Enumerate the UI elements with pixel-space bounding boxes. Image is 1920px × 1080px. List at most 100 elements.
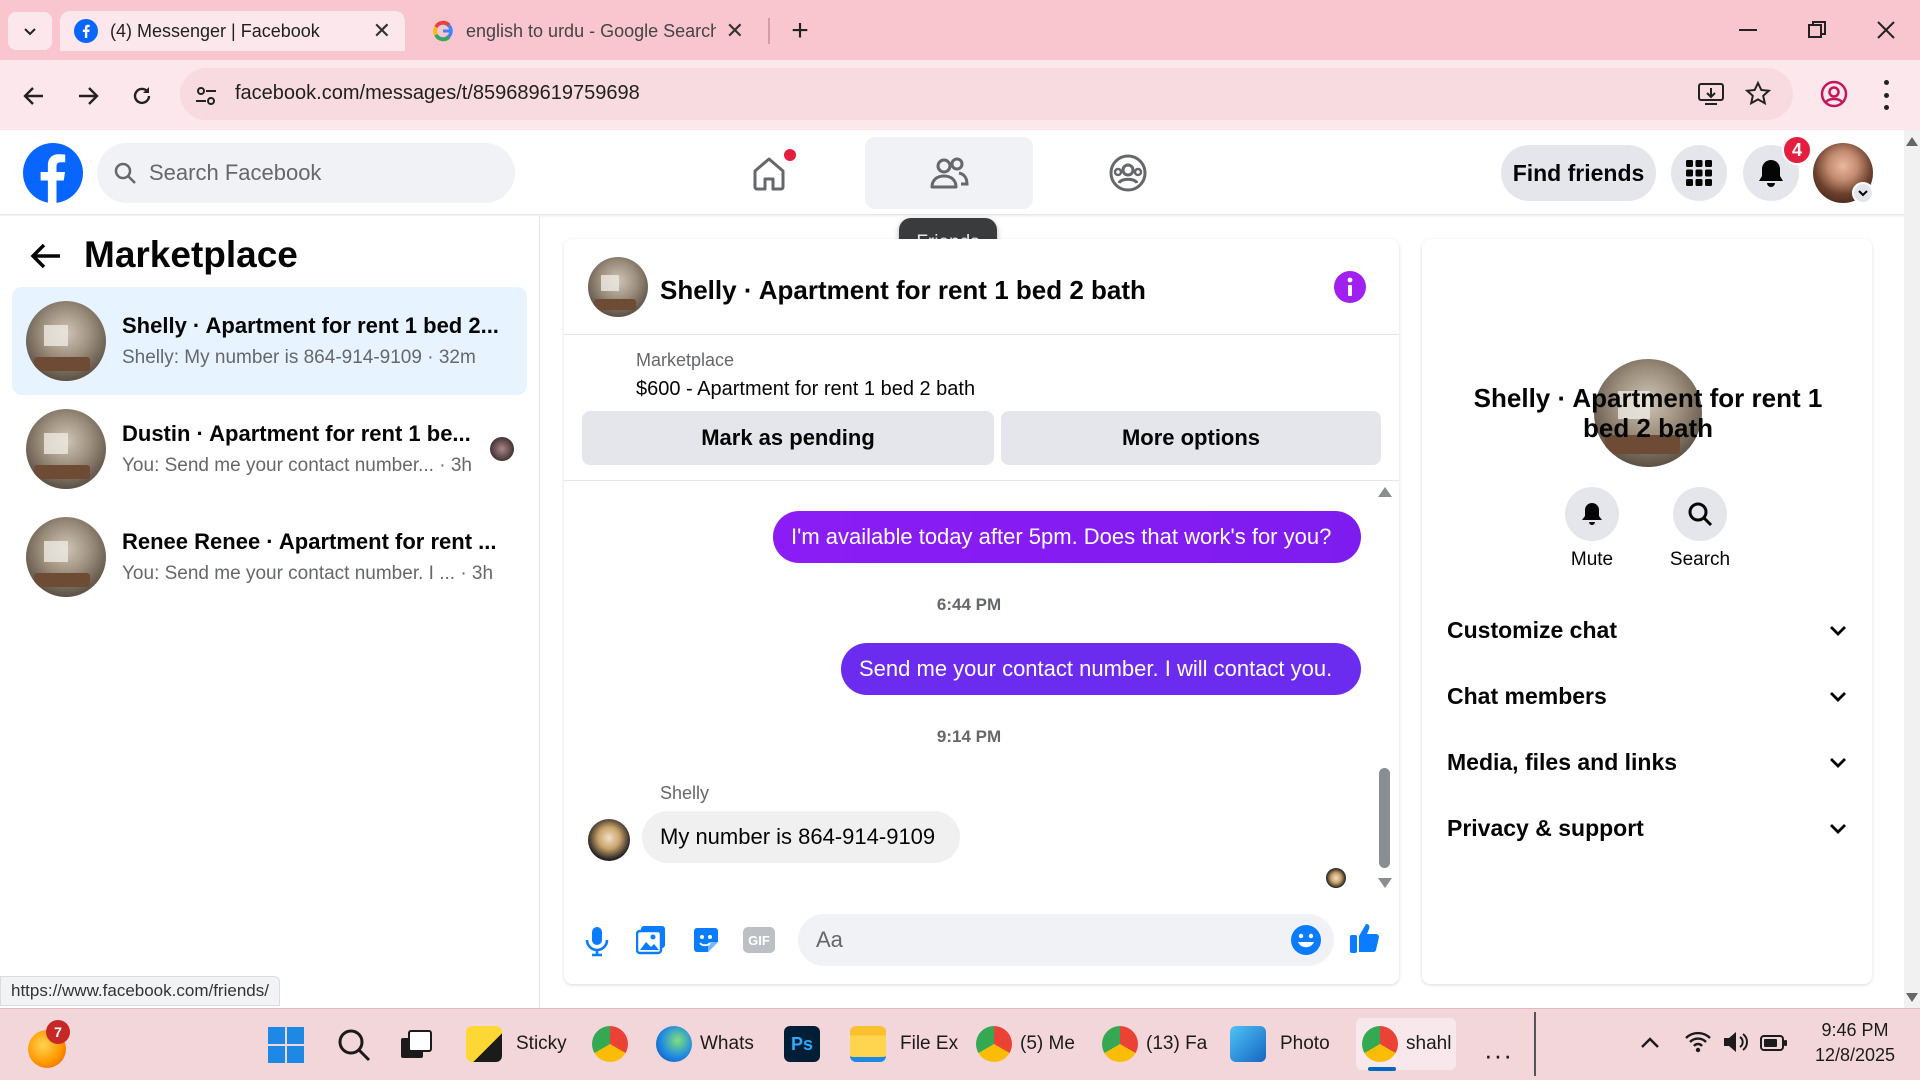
- conversation-name: Renee Renee · Apartment for rent ...: [122, 529, 497, 554]
- arrow-right-icon: [79, 87, 99, 105]
- page-scroll-down-arrow[interactable]: [1906, 993, 1918, 1002]
- chevron-down-icon: [1830, 625, 1846, 636]
- listing-title[interactable]: $600 - Apartment for rent 1 bed 2 bath: [636, 378, 975, 401]
- taskbar-sticky[interactable]: Sticky: [466, 1018, 567, 1070]
- conversation-name: Dustin · Apartment for rent 1 be...: [122, 421, 471, 446]
- back-arrow-button[interactable]: [30, 242, 62, 270]
- new-tab-button[interactable]: +: [780, 12, 820, 50]
- outgoing-message[interactable]: Send me your contact number. I will cont…: [841, 643, 1361, 695]
- taskbar-whatsapp[interactable]: Whats: [656, 1018, 754, 1070]
- tab-google-search[interactable]: english to urdu - Google Search ✕: [418, 11, 758, 51]
- close-window-button[interactable]: [1861, 12, 1911, 48]
- install-app-icon[interactable]: [1697, 80, 1725, 108]
- emoji-button[interactable]: [1290, 924, 1322, 956]
- photoshop-icon: Ps: [784, 1026, 820, 1062]
- reload-button[interactable]: [124, 78, 160, 114]
- chevron-down-icon: [1830, 823, 1846, 834]
- taskbar-photos[interactable]: Photo: [1230, 1018, 1330, 1070]
- taskbar-divider: [1534, 1012, 1536, 1076]
- back-button[interactable]: [16, 78, 52, 114]
- facebook-search-input[interactable]: Search Facebook: [97, 143, 515, 203]
- sticker-button[interactable]: [691, 925, 721, 955]
- home-notification-dot: [784, 149, 796, 161]
- url-text[interactable]: facebook.com/messages/t/859689619759698: [235, 82, 640, 105]
- details-name: Shelly · Apartment for rent 1 bed 2 bath: [1473, 383, 1823, 443]
- volume-icon[interactable]: [1722, 1030, 1750, 1054]
- restore-button[interactable]: [1792, 12, 1842, 48]
- chrome-profile-icon: [976, 1026, 1012, 1062]
- tab-list-button[interactable]: [8, 12, 52, 50]
- marketplace-title: Marketplace: [84, 234, 298, 275]
- like-button[interactable]: [1348, 921, 1382, 955]
- task-view-button[interactable]: [400, 1030, 432, 1060]
- more-options-button[interactable]: More options: [1001, 411, 1381, 465]
- clock-time[interactable]: 9:46 PM: [1800, 1020, 1910, 1041]
- section-label: Privacy & support: [1447, 815, 1644, 841]
- taskbar-file-explorer[interactable]: File Ex: [850, 1018, 958, 1070]
- gif-button[interactable]: GIF: [743, 927, 775, 953]
- battery-icon[interactable]: [1760, 1034, 1788, 1052]
- outgoing-message[interactable]: I'm available today after 5pm. Does that…: [773, 511, 1361, 563]
- attach-photo-button[interactable]: [636, 925, 666, 955]
- mark-as-pending-button[interactable]: Mark as pending: [582, 411, 994, 465]
- nav-groups[interactable]: [1044, 137, 1212, 209]
- forward-button[interactable]: [70, 78, 106, 114]
- message-input[interactable]: Aa: [798, 914, 1334, 966]
- taskbar-chrome-messenger[interactable]: (5) Me: [976, 1018, 1075, 1070]
- taskbar-chrome-facebook[interactable]: (13) Fa: [1102, 1018, 1207, 1070]
- page-scrollbar[interactable]: [1904, 130, 1920, 1008]
- tab-title: english to urdu - Google Search: [466, 20, 716, 41]
- chrome-profile-icon: [1362, 1026, 1398, 1062]
- wifi-icon[interactable]: [1684, 1030, 1712, 1054]
- chat-scrollbar-thumb[interactable]: [1379, 768, 1390, 868]
- chat-details-panel: [1422, 239, 1872, 984]
- conversation-item-dustin[interactable]: Dustin · Apartment for rent 1 be... You:…: [12, 395, 527, 503]
- start-button[interactable]: [268, 1027, 304, 1063]
- google-icon: [433, 20, 453, 42]
- nav-friends[interactable]: [865, 137, 1033, 209]
- conversation-item-shelly[interactable]: Shelly · Apartment for rent 1 bed 2... S…: [12, 287, 527, 395]
- tab-messenger[interactable]: (4) Messenger | Facebook ✕: [60, 11, 405, 51]
- scroll-up-arrow[interactable]: [1378, 487, 1392, 497]
- close-tab-icon[interactable]: ✕: [373, 18, 391, 44]
- search-icon: [338, 1029, 371, 1062]
- bookmark-star-icon[interactable]: [1744, 80, 1772, 108]
- voice-clip-button[interactable]: [584, 925, 610, 957]
- scroll-down-arrow[interactable]: [1378, 878, 1392, 888]
- taskbar-chrome-active[interactable]: shahl: [1356, 1018, 1456, 1070]
- incoming-message[interactable]: My number is 864-914-9109: [642, 811, 960, 863]
- profile-icon[interactable]: [1819, 79, 1849, 109]
- bell-icon: [1582, 503, 1602, 525]
- taskbar-label: (13) Fa: [1146, 1033, 1208, 1054]
- clock-date[interactable]: 12/8/2025: [1800, 1045, 1910, 1066]
- more-apps-icon[interactable]: ···: [1484, 1040, 1513, 1071]
- page-scroll-up-arrow[interactable]: [1906, 137, 1918, 146]
- conversation-item-renee[interactable]: Renee Renee · Apartment for rent ... You…: [12, 503, 527, 611]
- menu-button[interactable]: [1671, 145, 1727, 201]
- find-friends-button[interactable]: Find friends: [1501, 145, 1656, 201]
- browser-menu-icon[interactable]: [1880, 80, 1892, 110]
- taskbar-label: (5) Me: [1020, 1033, 1075, 1054]
- customize-chat-section[interactable]: Customize chat: [1447, 617, 1847, 644]
- facebook-logo[interactable]: [23, 143, 83, 203]
- show-hidden-icons[interactable]: [1640, 1035, 1660, 1049]
- taskbar-chrome[interactable]: [592, 1018, 636, 1070]
- privacy-support-section[interactable]: Privacy & support: [1447, 815, 1847, 842]
- media-files-links-section[interactable]: Media, files and links: [1447, 749, 1847, 776]
- chat-title[interactable]: Shelly · Apartment for rent 1 bed 2 bath: [660, 275, 1146, 306]
- listing-avatar: [26, 517, 106, 597]
- sticky-notes-icon: [466, 1026, 502, 1062]
- account-chevron-icon[interactable]: [1852, 182, 1874, 204]
- close-tab-icon[interactable]: ✕: [726, 18, 744, 44]
- site-info-icon[interactable]: [193, 83, 219, 109]
- nav-home[interactable]: [685, 137, 853, 209]
- conversation-info-button[interactable]: [1334, 271, 1366, 303]
- edge-icon: [656, 1026, 692, 1062]
- search-in-chat-button[interactable]: [1673, 487, 1727, 541]
- groups-icon: [1109, 154, 1147, 192]
- minimize-button[interactable]: [1723, 12, 1773, 48]
- chat-members-section[interactable]: Chat members: [1447, 683, 1847, 710]
- taskbar-photoshop[interactable]: Ps: [784, 1018, 828, 1070]
- taskbar-search-button[interactable]: [336, 1027, 372, 1063]
- mute-button[interactable]: [1565, 487, 1619, 541]
